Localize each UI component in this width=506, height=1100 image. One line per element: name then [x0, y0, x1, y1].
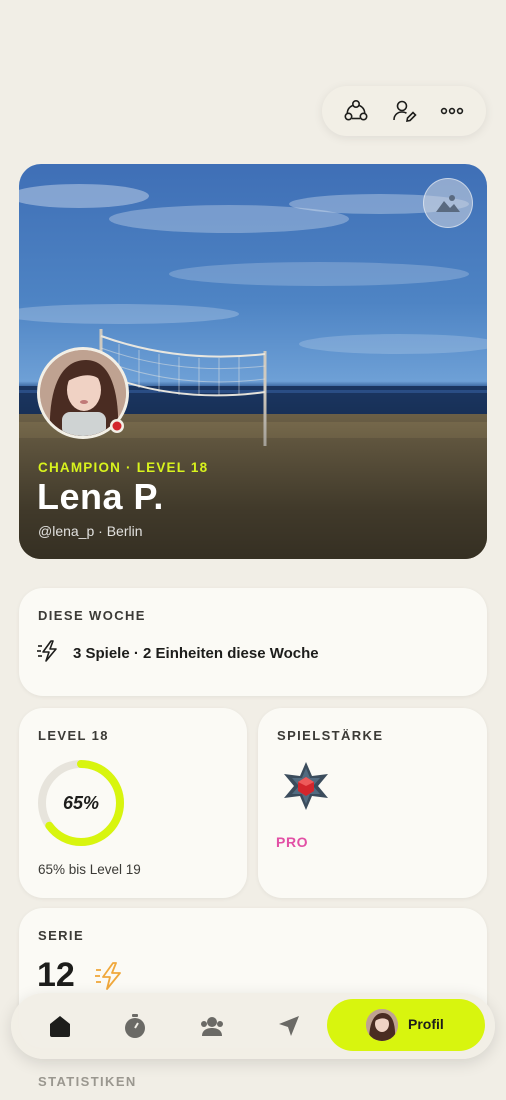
play-strength-card[interactable]: SPIELSTÄRKE PRO	[258, 708, 487, 898]
streak-label: SERIE	[38, 928, 85, 943]
change-cover-photo-icon[interactable]	[423, 178, 473, 228]
level-progress-value: 65%	[62, 792, 100, 813]
avatar	[366, 1009, 398, 1041]
bottom-tab-bar: Profil	[11, 993, 495, 1059]
stopwatch-icon[interactable]	[120, 1011, 150, 1041]
this-week-card[interactable]: DIESE WOCHE 3 Spiele · 2 Einheiten diese…	[19, 588, 487, 696]
statistics-section-label: STATISTIKEN	[38, 1074, 137, 1089]
profile-name: Lena P.	[37, 476, 164, 517]
level-label: LEVEL 18	[38, 728, 109, 743]
bolt-icon	[95, 962, 125, 995]
streak-count: 12	[37, 956, 75, 994]
pro-gem-icon	[280, 760, 332, 817]
level-progress-caption: 65% bis Level 19	[38, 862, 141, 877]
profile-actions-bar	[322, 86, 486, 136]
more-icon[interactable]	[437, 96, 467, 126]
this-week-label: DIESE WOCHE	[38, 608, 146, 623]
tab-profile-label: Profil	[408, 1016, 444, 1032]
rank-badge-icon	[109, 418, 125, 434]
rank-level-label: CHAMPION · LEVEL 18	[38, 460, 209, 475]
community-icon[interactable]	[197, 1011, 227, 1041]
this-week-summary: 3 Spiele · 2 Einheiten diese Woche	[73, 645, 319, 662]
friends-circle-icon[interactable]	[341, 96, 371, 126]
profile-handle: @lena_p · Berlin	[38, 523, 143, 539]
edit-profile-icon[interactable]	[389, 96, 419, 126]
home-icon[interactable]	[45, 1011, 75, 1041]
bolt-icon	[37, 640, 61, 667]
play-strength-tier: PRO	[276, 834, 309, 850]
level-card[interactable]: LEVEL 18 65% 65% bis Level 19	[19, 708, 247, 898]
profile-hero-card: CHAMPION · LEVEL 18 Lena P. @lena_p · Be…	[19, 164, 487, 559]
play-strength-label: SPIELSTÄRKE	[277, 728, 384, 743]
tab-profile[interactable]: Profil	[327, 999, 485, 1051]
send-icon[interactable]	[274, 1011, 304, 1041]
